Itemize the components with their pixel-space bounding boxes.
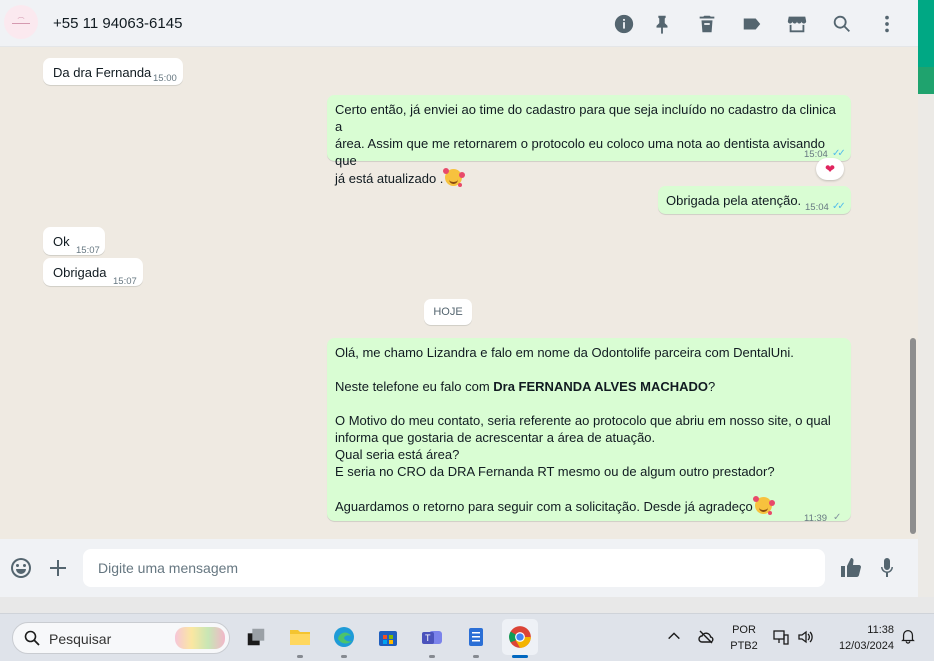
message-outgoing[interactable]: Obrigada pela atenção. 15:04 ✓✓ [658,186,851,214]
notification-bell-icon[interactable] [900,628,918,646]
notepad-icon[interactable] [462,623,490,651]
edge-accent-lower [918,67,934,94]
message-text-line: informa que gostaria de acrescentar a ár… [335,430,656,445]
chat-scrollbar[interactable] [910,338,916,534]
day-separator: HOJE [424,299,472,325]
message-list[interactable]: Da dra Fernanda 15:00 Certo então, já en… [0,48,918,539]
message-text-line: Certo então, já enviei ao time do cadast… [335,102,836,134]
text-suffix: ? [708,379,716,394]
window-bottom-border [0,597,934,613]
smiling-hearts-emoji-icon [443,168,463,186]
message-text-line: O Motivo do meu contato, seria referente… [335,413,831,428]
thumbs-up-icon[interactable] [839,556,863,580]
chevron-up-icon[interactable] [666,628,684,646]
clock-date[interactable]: 12/03/2024 [828,640,894,652]
search-icon[interactable] [830,12,854,36]
file-explorer-icon[interactable] [286,623,314,651]
message-text-line: Olá, me chamo Lizandra e falo em nome da… [335,345,794,360]
running-indicator [473,655,479,658]
chrome-icon[interactable] [502,619,538,655]
message-outgoing[interactable]: Certo então, já enviei ao time do cadast… [327,95,851,186]
smiling-hearts-emoji-icon [752,496,772,514]
message-text-line: Qual seria está área? [335,447,460,462]
contact-avatar[interactable]: ⌒ [4,5,38,39]
read-ticks-icon: ✓✓ [832,201,846,212]
search-label: Pesquisar [49,631,112,647]
message-text-line: Neste telefone eu falo com Dra FERNANDA … [335,378,845,395]
message-time: 15:07 [76,245,100,256]
keyboard-layout[interactable]: PTB2 [728,640,760,652]
pin-icon[interactable] [650,12,674,36]
dentist-name: Dra FERNANDA ALVES MACHADO [493,379,709,394]
task-view-icon[interactable] [242,623,270,651]
message-text-line: área. Assim que me retornarem o protocol… [335,136,825,168]
message-text-line: Aguardamos o retorno para seguir com a s… [335,499,753,514]
message-time: 15:07 [113,276,137,287]
windows-taskbar: Pesquisar T POR PTB2 11:38 12/03/2024 [0,613,934,661]
running-indicator [297,655,303,658]
message-text-line: já está atualizado . [335,171,444,186]
network-icon[interactable] [772,628,790,646]
keyboard-language[interactable]: POR [728,624,760,636]
edge-browser-icon[interactable] [330,623,358,651]
svg-text:T: T [425,633,431,643]
search-icon [24,630,40,646]
message-text: Obrigada pela atenção. [666,193,802,208]
running-indicator [429,655,435,658]
running-indicator [341,655,347,658]
label-icon[interactable] [740,12,764,36]
active-indicator [512,655,528,658]
message-text: Obrigada [53,265,107,280]
info-icon[interactable] [612,12,636,36]
edge-accent [918,0,934,67]
message-time: 15:04 [805,202,829,213]
contact-name[interactable]: +55 11 94063-6145 [53,15,182,32]
message-incoming[interactable]: Ok 15:07 [43,227,105,256]
microsoft-store-icon[interactable] [374,623,402,651]
attach-plus-icon[interactable] [46,556,70,580]
message-incoming[interactable]: Obrigada 15:07 [43,258,143,287]
more-icon[interactable] [875,12,899,36]
message-incoming[interactable]: Da dra Fernanda 15:00 [43,58,183,85]
heart-reaction-icon[interactable]: ❤ [816,158,844,180]
microphone-icon[interactable] [875,556,899,580]
teams-icon[interactable]: T [418,623,446,651]
message-text: Ok [53,234,70,249]
text-prefix: Neste telefone eu falo com [335,379,494,394]
volume-icon[interactable] [797,628,815,646]
message-time: 15:00 [153,73,177,84]
taskbar-search[interactable]: Pesquisar [12,622,230,654]
clock-time[interactable]: 11:38 [830,624,894,636]
emoji-icon[interactable] [9,556,33,580]
right-edge-strip [918,0,934,613]
message-outgoing[interactable]: Olá, me chamo Lizandra e falo em nome da… [327,338,851,524]
message-text: Da dra Fernanda [53,65,152,80]
avatar-logo-icon: ⌒ [12,18,30,25]
chat-header: ⌒ +55 11 94063-6145 [0,0,918,47]
sent-tick-icon: ✓ [833,512,842,523]
message-input[interactable] [83,549,825,587]
delete-icon[interactable] [695,12,719,36]
message-time: 11:39 [804,513,828,524]
cloud-offline-icon[interactable] [697,628,715,646]
store-icon[interactable] [785,12,809,36]
message-text-line: E seria no CRO da DRA Fernanda RT mesmo … [335,464,775,479]
compose-bar [0,539,918,597]
search-highlight-flowers-icon [175,627,225,649]
